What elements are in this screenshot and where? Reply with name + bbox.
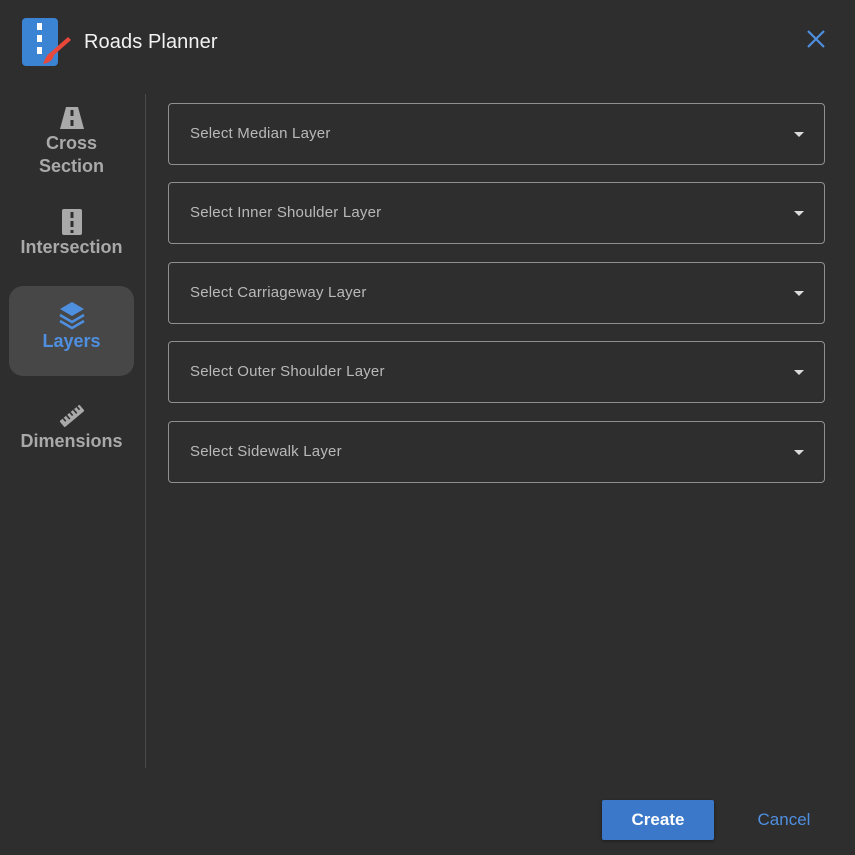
sidebar-item-label: Intersection xyxy=(20,237,123,257)
sidebar-item-label: Layers xyxy=(42,331,101,351)
sidebar-item-dimensions[interactable]: Dimensions xyxy=(9,398,134,458)
road-lane-icon xyxy=(58,208,86,236)
sidewalk-layer-select[interactable]: Select Sidewalk Layer xyxy=(168,421,825,483)
select-placeholder: Select Sidewalk Layer xyxy=(190,443,342,460)
sidebar-nav: Cross Section Intersection Layers Dimens… xyxy=(0,94,146,768)
road-icon xyxy=(58,104,86,132)
dropdown-arrow-icon xyxy=(794,370,804,375)
sidebar-item-cross-section[interactable]: Cross Section xyxy=(9,102,134,182)
create-button[interactable]: Create xyxy=(602,800,714,840)
layers-icon xyxy=(58,302,86,330)
cancel-button[interactable]: Cancel xyxy=(742,800,826,840)
ruler-icon xyxy=(58,402,86,430)
dropdown-arrow-icon xyxy=(794,211,804,216)
select-placeholder: Select Median Layer xyxy=(190,125,331,142)
outer-shoulder-layer-select[interactable]: Select Outer Shoulder Layer xyxy=(168,341,825,403)
dialog-header: Roads Planner xyxy=(0,0,855,88)
select-placeholder: Select Inner Shoulder Layer xyxy=(190,204,382,221)
close-icon[interactable] xyxy=(803,26,829,52)
dropdown-arrow-icon xyxy=(794,132,804,137)
carriageway-layer-select[interactable]: Select Carriageway Layer xyxy=(168,262,825,324)
roads-planner-logo-icon xyxy=(22,18,71,66)
sidebar-item-label: Dimensions xyxy=(20,431,123,451)
dropdown-arrow-icon xyxy=(794,291,804,296)
inner-shoulder-layer-select[interactable]: Select Inner Shoulder Layer xyxy=(168,182,825,244)
app-title: Roads Planner xyxy=(84,31,218,53)
select-placeholder: Select Outer Shoulder Layer xyxy=(190,363,385,380)
dropdown-arrow-icon xyxy=(794,450,804,455)
sidebar-item-label: Cross Section xyxy=(38,133,104,176)
sidebar-item-intersection[interactable]: Intersection xyxy=(9,206,134,266)
select-placeholder: Select Carriageway Layer xyxy=(190,284,367,301)
sidebar-item-layers[interactable]: Layers xyxy=(9,286,134,376)
median-layer-select[interactable]: Select Median Layer xyxy=(168,103,825,165)
